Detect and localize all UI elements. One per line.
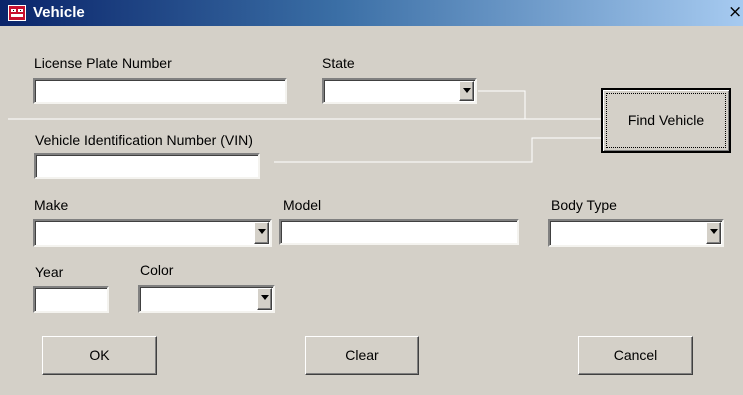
body-type-select[interactable] [548, 219, 724, 247]
find-vehicle-button[interactable]: Find Vehicle [601, 88, 731, 153]
state-select[interactable] [322, 78, 477, 104]
license-plate-input[interactable] [33, 78, 287, 104]
cancel-button[interactable]: Cancel [578, 336, 693, 375]
year-input[interactable] [33, 286, 109, 313]
chevron-down-icon[interactable] [257, 288, 272, 310]
license-plate-label: License Plate Number [34, 55, 172, 71]
ok-button[interactable]: OK [42, 336, 157, 375]
state-label: State [322, 55, 355, 71]
vin-connector-line [274, 137, 601, 163]
model-input[interactable] [279, 219, 519, 245]
chevron-down-icon[interactable] [706, 222, 721, 244]
vin-label: Vehicle Identification Number (VIN) [35, 132, 253, 148]
make-label: Make [34, 197, 69, 213]
color-select[interactable] [138, 285, 275, 313]
make-select[interactable] [33, 219, 272, 247]
vin-input[interactable] [34, 153, 260, 179]
chevron-down-icon[interactable] [254, 222, 269, 244]
model-label: Model [283, 197, 322, 213]
year-label: Year [35, 264, 64, 280]
body-type-label: Body Type [551, 197, 617, 213]
color-label: Color [140, 262, 174, 278]
clear-button[interactable]: Clear [305, 336, 419, 375]
state-connector-line [478, 90, 601, 120]
chevron-down-icon[interactable] [459, 81, 474, 101]
focus-rectangle [606, 93, 726, 148]
